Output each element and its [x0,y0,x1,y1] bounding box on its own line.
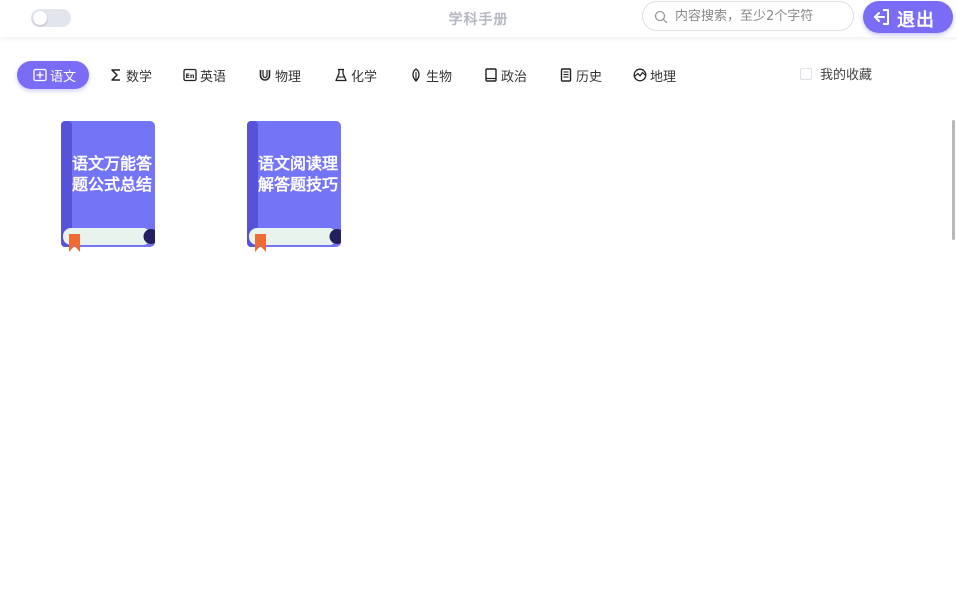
tab-label: 生物 [426,69,453,85]
scrollbar[interactable] [952,120,955,240]
tab-label: 地理 [650,69,677,85]
logout-label: 退出 [897,10,935,31]
globe-icon [633,68,647,82]
book-title: 语文阅读理解答题技巧 [257,154,338,194]
favorites-label: 我的收藏 [820,68,873,83]
checkbox-box[interactable] [800,67,812,80]
tab-geography[interactable]: 地理 [633,61,676,89]
svg-text:En: En [185,72,194,80]
tab-chemistry[interactable]: 化学 [334,61,377,89]
tab-math[interactable]: 数学 [109,61,152,89]
flask-icon [334,68,348,82]
tab-biology[interactable]: 生物 [409,61,452,89]
top-bar: 学科手册 退出 [0,0,957,37]
tab-politics[interactable]: 政治 [484,61,527,89]
tab-physics[interactable]: 物理 [258,61,301,89]
favorites-checkbox[interactable]: 我的收藏 [800,64,872,83]
logout-icon [874,9,889,25]
book-item[interactable]: 语文万能答题公式总结 [60,120,155,252]
en-icon: En [183,68,197,82]
tab-label: 语文 [50,69,77,85]
search-icon [654,10,668,24]
logout-button[interactable]: 退出 [863,1,953,33]
search-input[interactable] [675,6,847,26]
book-item[interactable]: 语文阅读理解答题技巧 [246,120,341,252]
sigma-icon [109,68,123,82]
scroll-icon [559,68,573,82]
tab-label: 化学 [351,69,378,85]
tab-label: 政治 [501,69,528,85]
search-box[interactable] [642,1,854,31]
book-icon [484,68,498,82]
tab-chinese[interactable]: 语文 [17,61,90,89]
book-title: 语文万能答题公式总结 [71,154,152,194]
tab-history[interactable]: 历史 [559,61,602,89]
tab-label: 物理 [275,69,302,85]
tab-label: 英语 [200,69,227,85]
tab-label: 数学 [126,69,153,85]
tab-label: 历史 [576,69,603,85]
magnet-icon [258,68,272,82]
tab-english[interactable]: En 英语 [183,61,226,89]
leaf-icon [409,68,423,82]
book-open-icon [33,68,47,82]
